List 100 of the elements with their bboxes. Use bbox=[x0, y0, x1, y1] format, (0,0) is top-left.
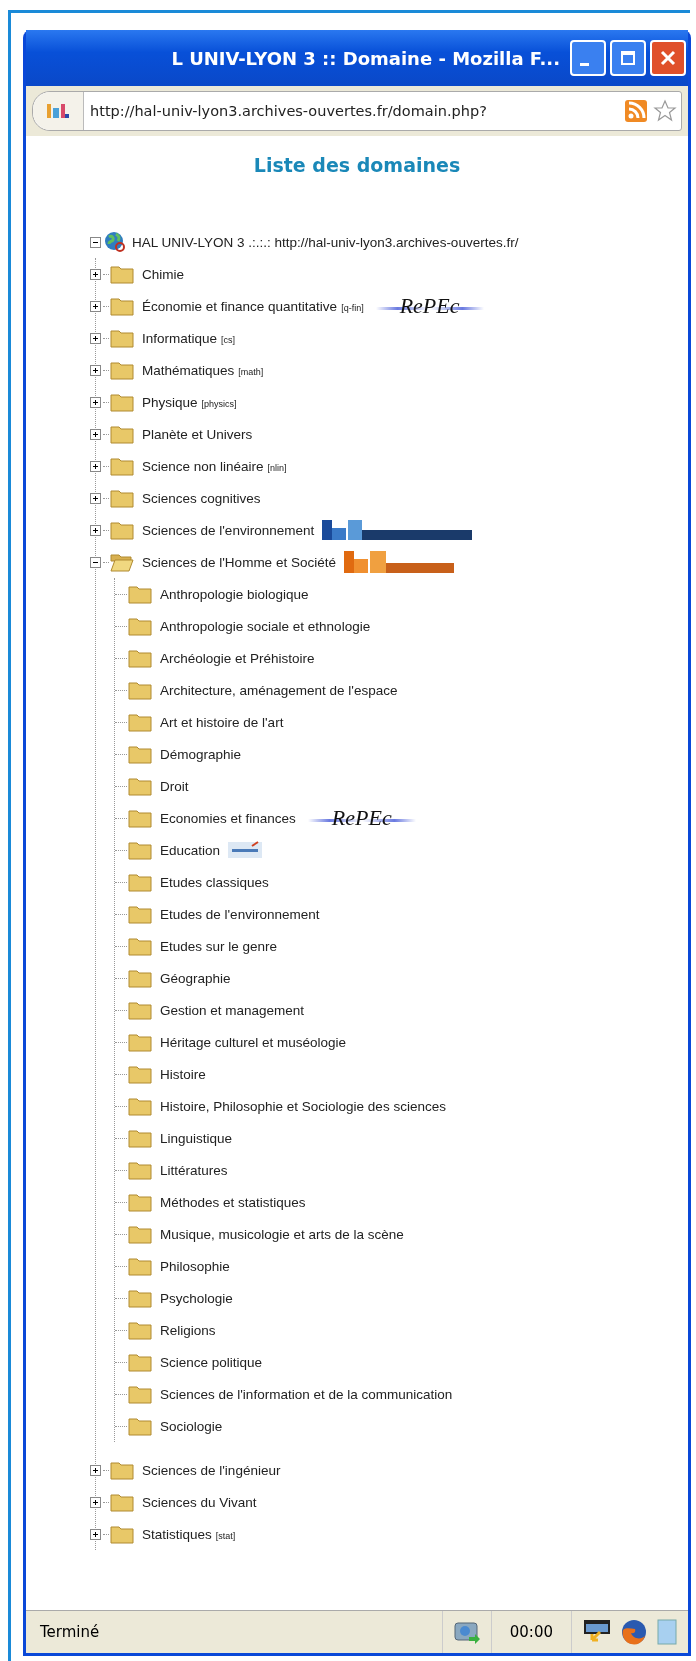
tree-item[interactable]: Histoire, Philosophie et Sociologie des sciences bbox=[160, 1098, 446, 1114]
folder-icon bbox=[128, 1288, 152, 1308]
tree-item[interactable]: Droit bbox=[160, 778, 189, 794]
tree-item[interactable]: Etudes de l'environnement bbox=[160, 906, 320, 922]
folder-icon bbox=[110, 328, 134, 348]
tree-item[interactable]: Statistiques [stat] bbox=[142, 1526, 236, 1542]
tree-item[interactable]: Anthropologie biologique bbox=[160, 586, 309, 602]
expand-icon[interactable] bbox=[90, 300, 101, 312]
window-title: L UNIV-LYON 3 :: Domaine - Mozilla F... bbox=[171, 47, 560, 69]
page-heading: Liste des domaines bbox=[252, 154, 462, 176]
expand-icon[interactable] bbox=[90, 332, 101, 344]
folder-icon bbox=[110, 1460, 134, 1480]
tree-item[interactable]: Sciences de l'information et de la communication bbox=[160, 1386, 453, 1402]
tree-item[interactable]: Etudes sur le genre bbox=[160, 938, 278, 954]
expand-icon[interactable] bbox=[90, 268, 101, 280]
folder-icon bbox=[110, 520, 134, 540]
folder-icon bbox=[128, 1256, 152, 1276]
site-icon bbox=[33, 92, 84, 130]
folder-icon bbox=[128, 936, 152, 956]
folder-icon bbox=[128, 584, 152, 604]
folder-icon bbox=[110, 424, 134, 444]
tree-item[interactable]: Physique [physics] bbox=[142, 394, 237, 410]
expand-icon[interactable] bbox=[90, 396, 101, 408]
expand-icon[interactable] bbox=[90, 364, 101, 376]
folder-icon bbox=[128, 616, 152, 636]
tree-item[interactable]: Philosophie bbox=[160, 1258, 230, 1274]
close-button[interactable] bbox=[650, 40, 686, 76]
expand-icon[interactable] bbox=[90, 460, 101, 472]
tree-item[interactable]: Sociologie bbox=[160, 1418, 223, 1434]
logo-icon bbox=[322, 518, 473, 542]
expand-icon[interactable] bbox=[90, 1496, 101, 1508]
open-folder-icon bbox=[110, 552, 134, 572]
tree-item[interactable]: Chimie bbox=[142, 266, 184, 282]
collapse-icon[interactable] bbox=[90, 236, 101, 248]
maximize-button[interactable] bbox=[610, 40, 646, 76]
tree-item[interactable]: Méthodes et statistiques bbox=[160, 1194, 306, 1210]
maximize-icon bbox=[620, 50, 636, 66]
tree-item[interactable]: Economies et finances bbox=[160, 810, 296, 826]
minimize-icon bbox=[579, 62, 589, 66]
expand-icon[interactable] bbox=[90, 492, 101, 504]
tree-item[interactable]: Littératures bbox=[160, 1162, 228, 1178]
tree-item[interactable]: Education bbox=[160, 842, 221, 858]
folder-icon bbox=[110, 456, 134, 476]
tree-item[interactable]: Économie et finance quantitative [q-fin] bbox=[142, 298, 364, 314]
tree-item[interactable]: Sciences de l'ingénieur bbox=[142, 1462, 281, 1478]
tree-item[interactable]: Sciences du Vivant bbox=[142, 1494, 257, 1510]
tree-item[interactable]: Héritage culturel et muséologie bbox=[160, 1034, 347, 1050]
tree-item[interactable]: Science non linéaire [nlin] bbox=[142, 458, 287, 474]
folder-icon bbox=[128, 1032, 152, 1052]
globe-icon bbox=[103, 231, 127, 253]
tree-item[interactable]: Psychologie bbox=[160, 1290, 233, 1306]
folder-icon bbox=[128, 904, 152, 924]
folder-icon bbox=[128, 1320, 152, 1340]
expand-icon[interactable] bbox=[90, 428, 101, 440]
expand-icon[interactable] bbox=[90, 524, 101, 536]
tree-item[interactable]: Géographie bbox=[160, 970, 231, 986]
folder-icon bbox=[128, 712, 152, 732]
folder-icon bbox=[128, 1416, 152, 1436]
folder-icon bbox=[128, 1160, 152, 1180]
tree-item[interactable]: Mathématiques [math] bbox=[142, 362, 264, 378]
address-field[interactable]: http://hal-univ-lyon3.archives-ouvertes.fr/domain.php? bbox=[32, 91, 682, 131]
tree-item[interactable]: Archéologie et Préhistoire bbox=[160, 650, 315, 666]
folder-icon bbox=[128, 1352, 152, 1372]
tree-item[interactable]: Etudes classiques bbox=[160, 874, 269, 890]
tree-item[interactable]: Art et histoire de l'art bbox=[160, 714, 284, 730]
minimize-button[interactable] bbox=[570, 40, 606, 76]
tree-item[interactable]: HAL UNIV-LYON 3 .:.:.: http://hal-univ-lyon3.archives-ouvertes.fr/ bbox=[132, 234, 519, 250]
tree-item[interactable]: Science politique bbox=[160, 1354, 263, 1370]
expand-icon[interactable] bbox=[90, 1528, 101, 1540]
tree-item[interactable]: Anthropologie sociale et ethnologie bbox=[160, 618, 371, 634]
folder-icon bbox=[128, 1000, 152, 1020]
firefox-icon[interactable] bbox=[620, 1618, 648, 1646]
folder-icon bbox=[128, 1224, 152, 1244]
folder-icon bbox=[110, 360, 134, 380]
folder-icon bbox=[128, 1192, 152, 1212]
folder-icon bbox=[110, 1492, 134, 1512]
expand-icon[interactable] bbox=[90, 1464, 101, 1476]
collapse-icon[interactable] bbox=[90, 556, 101, 568]
tree-item[interactable]: Sciences de l'environnement bbox=[142, 522, 315, 538]
folder-icon bbox=[128, 872, 152, 892]
tree-item[interactable]: Informatique [cs] bbox=[142, 330, 236, 346]
folder-icon bbox=[128, 968, 152, 988]
tree-item[interactable]: Sciences cognitives bbox=[142, 490, 261, 506]
folder-icon bbox=[128, 648, 152, 668]
tree-item[interactable]: Religions bbox=[160, 1322, 216, 1338]
tree-item[interactable]: Sciences de l'Homme et Société bbox=[142, 554, 336, 570]
tree-item[interactable]: Démographie bbox=[160, 746, 242, 762]
folder-icon bbox=[128, 744, 152, 764]
folder-icon bbox=[110, 296, 134, 316]
tree-item[interactable]: Planète et Univers bbox=[142, 426, 253, 442]
tree-item[interactable]: Architecture, aménagement de l'espace bbox=[160, 682, 398, 698]
tree-item[interactable]: Gestion et management bbox=[160, 1002, 305, 1018]
folder-icon bbox=[128, 840, 152, 860]
screen-capture-icon[interactable] bbox=[452, 1619, 481, 1645]
tree-item[interactable]: Histoire bbox=[160, 1066, 206, 1082]
star-icon[interactable] bbox=[653, 99, 677, 123]
tree-item[interactable]: Musique, musicologie et arts de la scène bbox=[160, 1226, 404, 1242]
close-icon bbox=[660, 50, 676, 66]
folder-icon bbox=[128, 1384, 152, 1404]
tree-item[interactable]: Linguistique bbox=[160, 1130, 233, 1146]
